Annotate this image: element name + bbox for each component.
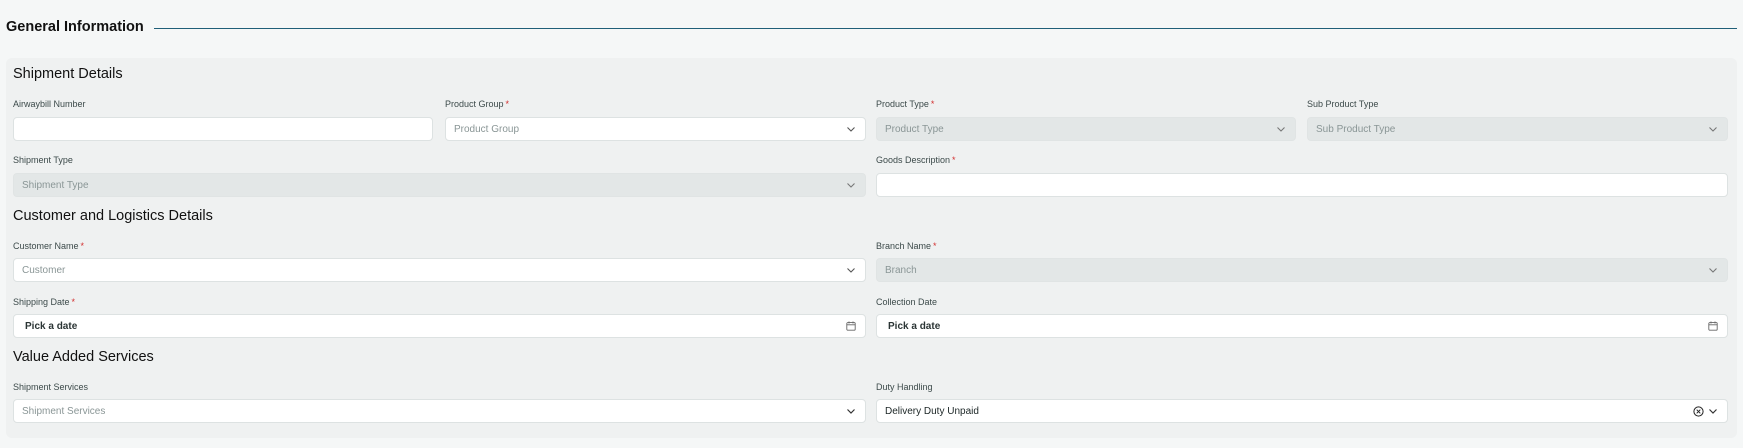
- section-title: General Information: [6, 19, 144, 35]
- section-divider: [153, 27, 1737, 29]
- collection-date-picker[interactable]: Pick a date: [876, 314, 1728, 338]
- product-group-select[interactable]: Product Group: [445, 117, 866, 141]
- duty-handling-select[interactable]: Delivery Duty Unpaid: [876, 399, 1728, 423]
- airwaybill-input[interactable]: [13, 117, 433, 141]
- product-type-label: Product Type *: [876, 99, 935, 109]
- chevron-down-icon: [1707, 123, 1719, 135]
- shipment-details-heading: Shipment Details: [13, 66, 123, 82]
- branch-name-label: Branch Name *: [876, 241, 937, 251]
- value-added-heading: Value Added Services: [13, 349, 154, 365]
- clear-icon[interactable]: [1692, 405, 1704, 417]
- product-type-select[interactable]: Product Type: [876, 117, 1296, 141]
- product-group-label: Product Group *: [445, 99, 510, 109]
- shipping-date-label: Shipping Date *: [13, 297, 76, 307]
- calendar-icon: [845, 320, 857, 332]
- collection-date-label: Collection Date: [876, 297, 938, 307]
- customer-name-label: Customer Name *: [13, 241, 85, 251]
- chevron-down-icon: [1707, 264, 1719, 276]
- shipment-type-select[interactable]: Shipment Type: [13, 173, 866, 197]
- shipping-date-picker[interactable]: Pick a date: [13, 314, 866, 338]
- sub-product-type-select[interactable]: Sub Product Type: [1307, 117, 1728, 141]
- sub-product-type-label: Sub Product Type: [1307, 99, 1379, 109]
- chevron-down-icon: [845, 264, 857, 276]
- chevron-down-icon: [1275, 123, 1287, 135]
- customer-details-heading: Customer and Logistics Details: [13, 208, 213, 224]
- shipment-services-select[interactable]: Shipment Services: [13, 399, 866, 423]
- shipment-type-label: Shipment Type: [13, 155, 73, 165]
- goods-description-input[interactable]: [876, 173, 1728, 197]
- chevron-down-icon: [845, 123, 857, 135]
- form-card: [6, 58, 1737, 438]
- shipment-services-label: Shipment Services: [13, 382, 89, 392]
- chevron-down-icon: [845, 179, 857, 191]
- goods-description-label: Goods Description *: [876, 155, 956, 165]
- section-header: General Information: [6, 17, 1737, 37]
- branch-select[interactable]: Branch: [876, 258, 1728, 282]
- chevron-down-icon: [845, 405, 857, 417]
- duty-handling-label: Duty Handling: [876, 382, 933, 392]
- chevron-down-icon: [1707, 405, 1719, 417]
- calendar-icon: [1707, 320, 1719, 332]
- airwaybill-label: Airwaybill Number: [13, 99, 86, 109]
- customer-select[interactable]: Customer: [13, 258, 866, 282]
